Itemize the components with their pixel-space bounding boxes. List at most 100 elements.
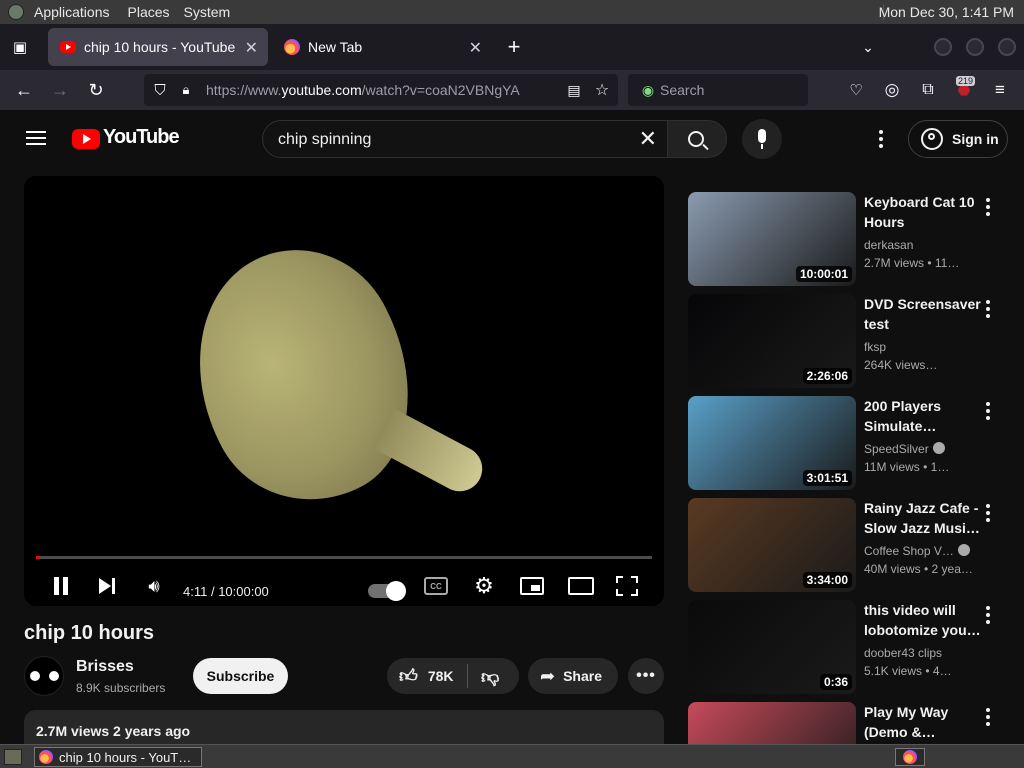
video-thumbnail[interactable]: 10:00:01 — [688, 192, 856, 286]
bookmark-star-icon[interactable]: ☆ — [590, 78, 614, 102]
forward-arrow-icon[interactable]: → — [48, 78, 72, 102]
guide-menu-icon[interactable] — [26, 131, 46, 145]
extensions-icon[interactable]: ⧉ — [916, 78, 940, 102]
recommendation-channel-name[interactable]: fksp — [864, 340, 886, 354]
recommendation-card[interactable]: 3:34:00 Rainy Jazz Cafe - Slow Jazz Musi…… — [688, 498, 1018, 594]
tab-new-tab[interactable]: New Tab ✕ — [272, 28, 492, 66]
app-menu-icon[interactable]: ≡ — [988, 78, 1012, 102]
reader-view-icon[interactable]: ▤ — [562, 78, 586, 102]
share-button[interactable]: ➦ Share — [528, 658, 618, 694]
recommendation-title[interactable]: Play My Way (Demo &… — [864, 702, 982, 742]
progress-bar[interactable] — [36, 556, 652, 559]
url-bar[interactable]: ⛉ 🔒︎ https://www.youtube.com/watch?v=coa… — [144, 74, 618, 106]
close-window-icon[interactable] — [998, 38, 1016, 56]
more-actions-button[interactable]: ••• — [628, 658, 664, 694]
recommendation-title[interactable]: DVD Screensaver test — [864, 294, 982, 334]
menu-places[interactable]: Places — [128, 4, 170, 20]
recommendation-channel[interactable]: doober43 clips — [864, 646, 942, 660]
video-thumbnail[interactable]: 2:26:06 — [688, 294, 856, 388]
pocket-icon[interactable]: ♡ — [844, 78, 868, 102]
account-icon[interactable]: ◎ — [880, 78, 904, 102]
volume-icon[interactable]: 🔊︎ — [142, 574, 166, 598]
show-desktop-icon[interactable] — [4, 749, 22, 765]
firefox-icon — [39, 750, 53, 764]
more-options-kebab-icon[interactable] — [986, 198, 990, 219]
autoplay-toggle[interactable] — [368, 581, 406, 601]
channel-avatar[interactable] — [24, 656, 64, 696]
close-tab-icon[interactable]: ✕ — [245, 38, 258, 58]
recommendation-channel-name[interactable]: derkasan — [864, 238, 913, 252]
tab-list-icon[interactable]: ▣ — [8, 35, 32, 59]
video-thumbnail[interactable]: 3:01:51 — [688, 396, 856, 490]
close-tab-icon[interactable]: ✕ — [469, 38, 482, 58]
sign-in-button[interactable]: Sign in — [908, 120, 1008, 158]
recommendation-card[interactable]: Play My Way (Demo &… — [688, 702, 1018, 744]
recommendation-channel[interactable]: Coffee Shop V… — [864, 544, 970, 558]
recommendation-channel[interactable]: fksp — [864, 340, 886, 354]
like-count[interactable]: 78K — [428, 668, 454, 684]
recommendation-title[interactable]: Keyboard Cat 10 Hours — [864, 192, 982, 232]
tab-overflow-chevron-icon[interactable]: ⌄ — [856, 35, 880, 59]
theater-mode-icon[interactable] — [568, 577, 594, 595]
youtube-search-button[interactable] — [667, 120, 727, 158]
clock[interactable]: Mon Dec 30, 1:41 PM — [879, 4, 1014, 20]
settings-gear-icon[interactable]: ⚙ — [472, 573, 496, 598]
shield-icon[interactable]: ⛉ — [148, 78, 172, 102]
new-tab-icon[interactable]: + — [502, 34, 526, 59]
next-video-icon[interactable] — [96, 574, 118, 598]
miniplayer-icon[interactable] — [520, 577, 544, 595]
recommendation-card[interactable]: 2:26:06 DVD Screensaver test fksp 264K view… — [688, 294, 1018, 390]
thumbs-down-icon[interactable]: 👎︎ — [481, 666, 499, 688]
video-thumbnail[interactable]: 0:36 — [688, 600, 856, 694]
minimize-window-icon[interactable] — [934, 38, 952, 56]
more-options-kebab-icon[interactable] — [986, 504, 990, 525]
captions-icon[interactable]: CC — [424, 577, 448, 595]
search-query[interactable]: chip spinning — [278, 131, 371, 149]
clear-search-icon[interactable]: ✕ — [639, 126, 657, 152]
search-bar[interactable]: ◉ Search — [628, 74, 808, 106]
settings-kebab-icon[interactable] — [879, 130, 883, 151]
subscribe-button[interactable]: Subscribe — [193, 658, 288, 694]
url-text[interactable]: https://www.youtube.com/watch?v=coaN2VBN… — [206, 82, 530, 98]
fullscreen-icon[interactable] — [616, 576, 638, 596]
recommendation-title[interactable]: Rainy Jazz Cafe - Slow Jazz Musi… — [864, 498, 982, 538]
maximize-window-icon[interactable] — [966, 38, 984, 56]
recommendation-channel[interactable]: derkasan — [864, 238, 913, 252]
more-options-kebab-icon[interactable] — [986, 402, 990, 423]
thumbs-up-icon[interactable]: 👍︎ — [399, 665, 418, 687]
menu-applications[interactable]: Applications — [34, 4, 110, 20]
recommendation-card[interactable]: 0:36 this video will lobotomize you… doobe… — [688, 600, 1018, 696]
video-frame[interactable] — [136, 191, 552, 557]
youtube-wordmark[interactable]: YouTube — [103, 126, 180, 149]
back-arrow-icon[interactable]: ← — [12, 78, 36, 102]
channel-name[interactable]: Brisses — [76, 658, 134, 676]
recommendation-channel-name[interactable]: SpeedSilver — [864, 442, 929, 456]
recommendation-title[interactable]: 200 Players Simulate… — [864, 396, 982, 436]
more-options-kebab-icon[interactable] — [986, 708, 990, 729]
voice-search-button[interactable] — [742, 119, 782, 159]
recommendation-channel-name[interactable]: Coffee Shop V… — [864, 544, 954, 558]
description-box[interactable]: 2.7M views 2 years ago — [24, 710, 664, 744]
more-options-kebab-icon[interactable] — [986, 606, 990, 627]
more-options-kebab-icon[interactable] — [986, 300, 990, 321]
video-thumbnail[interactable] — [688, 702, 856, 744]
reload-icon[interactable]: ↻ — [84, 78, 108, 102]
menu-system[interactable]: System — [184, 4, 231, 20]
lock-icon[interactable]: 🔒︎ — [174, 78, 198, 102]
microphone-icon — [758, 129, 766, 149]
tray-firefox-icon[interactable] — [895, 748, 925, 766]
pause-icon[interactable] — [50, 574, 72, 598]
recommendation-channel-name[interactable]: doober43 clips — [864, 646, 942, 660]
top-panel: Applications Places System Mon Dec 30, 1… — [0, 0, 1024, 24]
video-player[interactable]: 🔊︎ 4:11 / 10:00:00 CC ⚙ — [24, 176, 664, 606]
applications-icon[interactable] — [8, 4, 24, 20]
recommendation-title[interactable]: this video will lobotomize you… — [864, 600, 982, 640]
recommendation-card[interactable]: 10:00:01 Keyboard Cat 10 Hours derkasan 2.7… — [688, 192, 1018, 288]
recommendation-card[interactable]: 3:01:51 200 Players Simulate… SpeedSilver 1… — [688, 396, 1018, 492]
video-thumbnail[interactable]: 3:34:00 — [688, 498, 856, 592]
youtube-search-input[interactable]: chip spinning ✕ — [262, 120, 668, 158]
tab-youtube[interactable]: chip 10 hours - YouTube ✕ — [48, 28, 268, 66]
youtube-logo-icon[interactable] — [72, 129, 100, 149]
taskbar-window-firefox[interactable]: chip 10 hours - YouT… — [34, 747, 202, 767]
recommendation-channel[interactable]: SpeedSilver — [864, 442, 945, 456]
